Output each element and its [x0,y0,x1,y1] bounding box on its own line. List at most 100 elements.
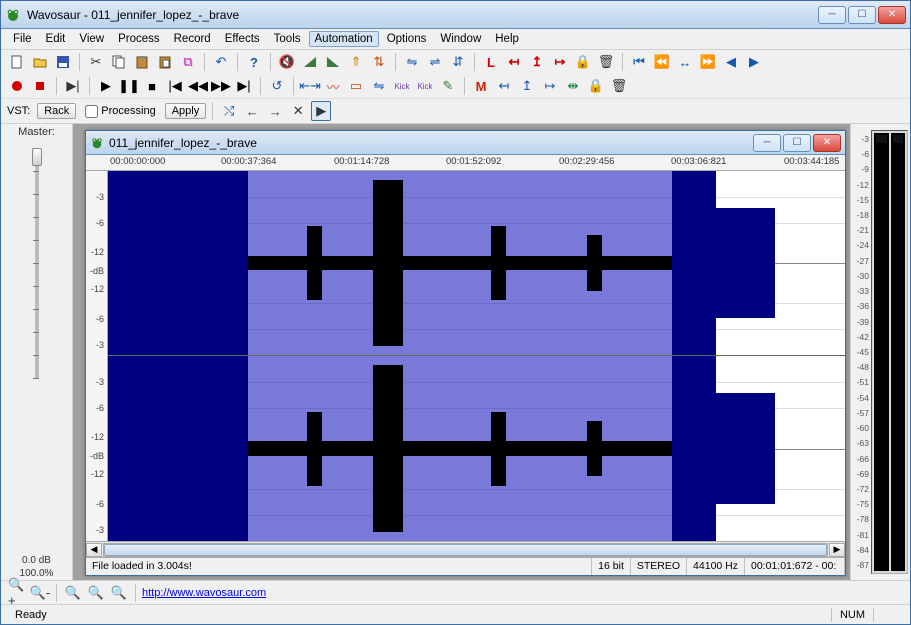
doc-minimize-button[interactable]: ─ [753,134,781,152]
m-icon[interactable]: M [471,76,491,96]
zoom-in-icon[interactable]: 🔍+ [7,583,27,603]
waveform-channel-left[interactable] [108,171,845,356]
m-left-icon[interactable]: ↤ [494,76,514,96]
delete-marker-icon[interactable]: 🗑 [596,52,616,72]
route-left-icon[interactable]: ← [242,101,262,121]
mute-icon[interactable]: 🔇 [277,52,297,72]
skip-start-icon[interactable]: ⏮ [629,52,649,72]
doc-maximize-button[interactable]: ☐ [783,134,811,152]
kick-b-icon[interactable]: Kick [415,76,435,96]
m-delete-icon[interactable]: 🗑 [609,76,629,96]
menu-process[interactable]: Process [112,31,166,47]
copy-icon[interactable] [109,52,129,72]
vst-processing-checkbox[interactable]: Processing [85,105,155,118]
zoom-sel-icon[interactable]: 🔍 [63,583,83,603]
vst-rack-button[interactable]: Rack [37,103,76,119]
sel-reverse-icon[interactable]: ⇋ [402,52,422,72]
cut-icon[interactable]: ✂ [86,52,106,72]
m-right-icon[interactable]: ↦ [540,76,560,96]
tool-d-icon[interactable]: ⇋ [369,76,389,96]
marker-set-icon[interactable]: L [481,52,501,72]
menu-options[interactable]: Options [381,31,433,47]
scroll-right-button[interactable]: ▶ [829,543,845,557]
undo-icon[interactable]: ↶ [211,52,231,72]
play-in-icon[interactable]: ▶ [744,52,764,72]
repeat-icon[interactable]: ↺ [267,76,287,96]
route-a-icon[interactable]: ⤭ [219,101,239,121]
menu-record[interactable]: Record [168,31,217,47]
slice-icon[interactable]: ✎ [438,76,458,96]
marker-up-icon[interactable]: ↥ [527,52,547,72]
sel-chan-icon[interactable]: ⇵ [448,52,468,72]
rewind-icon[interactable]: ◀◀ [188,76,208,96]
zoom-all-icon[interactable]: 🔍 [86,583,106,603]
play-loop-icon[interactable]: ▶| [63,76,83,96]
record-stop-icon[interactable] [30,76,50,96]
m-up-icon[interactable]: ↥ [517,76,537,96]
zoom-full-icon[interactable]: 🔍 [109,583,129,603]
play-icon[interactable]: ▶ [96,76,116,96]
fade-in-icon[interactable] [300,52,320,72]
marker-left-icon[interactable]: ↤ [504,52,524,72]
doc-close-button[interactable]: ✕ [813,134,841,152]
route-play-icon[interactable]: ▶ [311,101,331,121]
invert-icon[interactable]: ⇅ [369,52,389,72]
stop-icon[interactable]: ■ [142,76,162,96]
skip-prev-icon[interactable]: ⏪ [652,52,672,72]
lock-icon[interactable]: 🔒 [573,52,593,72]
forward-icon[interactable]: ▶▶ [211,76,231,96]
m-center-icon[interactable]: ⇹ [563,76,583,96]
route-right-icon[interactable]: → [265,101,285,121]
tool-c-icon[interactable]: ▭ [346,76,366,96]
scroll-thumb[interactable] [104,544,827,556]
doc-icon [90,136,104,150]
new-file-icon[interactable] [7,52,27,72]
menu-edit[interactable]: Edit [40,31,72,47]
waveform-channel-right[interactable] [108,356,845,541]
menu-view[interactable]: View [73,31,110,47]
scroll-left-button[interactable]: ◀ [86,543,102,557]
pause-icon[interactable]: ❚❚ [119,76,139,96]
route-del-icon[interactable]: ✕ [288,101,308,121]
kick-a-icon[interactable]: Kick [392,76,412,96]
menu-tools[interactable]: Tools [268,31,307,47]
sel-swap-icon[interactable]: ⇌ [425,52,445,72]
zoom-out-icon[interactable]: 🔍- [30,583,50,603]
horizontal-scrollbar[interactable]: ◀ ▶ [86,541,845,557]
rewind-start-icon[interactable]: |◀ [165,76,185,96]
menu-effects[interactable]: Effects [219,31,266,47]
master-slider-thumb[interactable] [32,148,42,166]
help-icon[interactable]: ? [244,52,264,72]
menu-help[interactable]: Help [489,31,525,47]
normalize-icon[interactable]: ⇑ [346,52,366,72]
save-file-icon[interactable] [53,52,73,72]
maximize-button[interactable]: ☐ [848,6,876,24]
tool-b-icon[interactable]: 〰 [323,76,343,96]
menu-file[interactable]: File [7,31,38,47]
titlebar[interactable]: Wavosaur - 011_jennifer_lopez_-_brave ─ … [1,1,910,29]
menu-window[interactable]: Window [434,31,487,47]
paste-special-icon[interactable] [155,52,175,72]
waveform-view[interactable]: -3 -6 -12 -dB -12 -6 -3 -3 -6 -12 -dB -1… [86,171,845,541]
fade-out-icon[interactable] [323,52,343,72]
vst-label: VST: [7,105,30,117]
menu-automation[interactable]: Automation [309,31,379,47]
tool-a-icon[interactable]: ⇤⇥ [300,76,320,96]
close-button[interactable]: ✕ [878,6,906,24]
doc-titlebar[interactable]: 011_jennifer_lopez_-_brave ─ ☐ ✕ [86,131,845,155]
timeline-ruler[interactable]: 00:00:00:000 00:00:37:364 00:01:14:728 0… [86,155,845,171]
m-lock-icon[interactable]: 🔒 [586,76,606,96]
center-sel-icon[interactable]: ↔ [675,52,695,72]
play-out-icon[interactable]: ◀ [721,52,741,72]
website-link[interactable]: http://www.wavosaur.com [142,587,266,599]
paste-icon[interactable] [132,52,152,72]
vst-apply-button[interactable]: Apply [165,103,207,119]
marker-right-icon[interactable]: ↦ [550,52,570,72]
skip-next-icon[interactable]: ⏩ [698,52,718,72]
open-file-icon[interactable] [30,52,50,72]
master-volume-slider[interactable] [1,142,72,550]
minimize-button[interactable]: ─ [818,6,846,24]
crop-icon[interactable]: ⧉ [178,52,198,72]
forward-end-icon[interactable]: ▶| [234,76,254,96]
record-icon[interactable] [7,76,27,96]
